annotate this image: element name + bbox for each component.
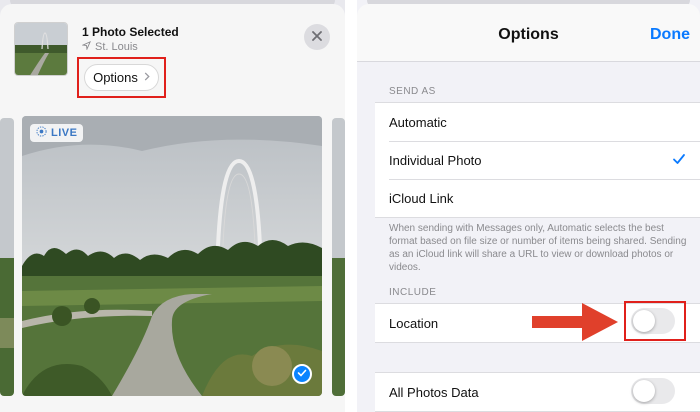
include-all-photos-data-label: All Photos Data — [389, 384, 479, 400]
checkmark-icon — [672, 152, 686, 169]
done-button[interactable]: Done — [650, 26, 690, 44]
red-arrow-icon — [532, 301, 620, 348]
send-as-option-icloud-link[interactable]: iCloud Link — [375, 179, 700, 217]
send-as-option-label: Individual Photo — [389, 152, 482, 168]
include-location-label: Location — [389, 315, 439, 331]
close-button[interactable] — [304, 24, 330, 50]
location-label: St. Louis — [95, 41, 138, 53]
all-photos-data-toggle-knob — [633, 380, 655, 402]
send-as-option-label: Automatic — [389, 114, 447, 130]
options-highlight-box: Options — [77, 57, 166, 98]
selection-title: 1 Photo Selected — [82, 25, 179, 39]
share-sheet-panel: 1 Photo Selected St. Louis Options LIVE — [0, 0, 345, 412]
options-title: Options — [498, 26, 559, 43]
options-navbar: Options Done — [357, 4, 700, 62]
chevron-right-icon — [144, 71, 150, 84]
selection-location: St. Louis — [81, 41, 138, 53]
include-header: INCLUDE — [389, 287, 437, 298]
send-as-header: SEND AS — [389, 86, 436, 97]
next-photo-preview[interactable] — [332, 118, 345, 396]
send-as-option-individual-photo[interactable]: Individual Photo — [375, 141, 700, 179]
live-label: LIVE — [51, 127, 78, 139]
location-arrow-icon — [81, 41, 91, 53]
location-toggle-highlight-box — [624, 301, 686, 341]
selected-photo-thumbnail[interactable] — [14, 22, 68, 76]
sheet-bottom-edge — [0, 401, 345, 412]
send-as-footnote: When sending with Messages only, Automat… — [389, 223, 687, 273]
live-photo-icon — [36, 126, 47, 140]
send-as-group: Automatic Individual Photo iCloud Link — [375, 102, 700, 218]
previous-photo-preview[interactable] — [0, 118, 14, 396]
checkmark-icon — [297, 365, 307, 383]
selected-photo[interactable]: LIVE — [22, 116, 322, 396]
options-panel: Options Done SEND AS Automatic Individua… — [357, 0, 700, 412]
close-icon — [312, 28, 322, 46]
panel-divider — [345, 0, 357, 412]
options-button-label: Options — [93, 70, 138, 85]
all-photos-data-toggle[interactable] — [631, 378, 675, 404]
live-photo-badge[interactable]: LIVE — [30, 124, 84, 142]
options-button[interactable]: Options — [84, 64, 159, 91]
send-as-option-label: iCloud Link — [389, 190, 454, 206]
photo-selected-checkmark[interactable] — [292, 364, 312, 384]
send-as-option-automatic[interactable]: Automatic — [375, 103, 700, 141]
